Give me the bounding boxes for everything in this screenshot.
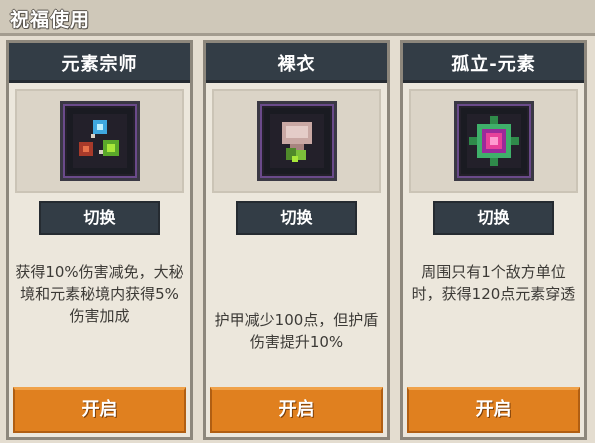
title-bar: 祝福使用 — [0, 0, 595, 36]
blessing-card-elemental-master: 元素宗师 切换 获得10%伤害减免，大秘境和元素秘境内获得5%伤害加成 开启 — [6, 40, 193, 440]
card-header: 孤立-元素 — [403, 43, 584, 83]
card-description: 周围只有1个敌方单位时，获得120点元素穿透 — [411, 263, 576, 303]
blessing-card-bare-armor: 裸衣 切换 护甲减少100点，但护盾伤害提升10% 开启 — [203, 40, 390, 440]
switch-button[interactable]: 切换 — [433, 201, 554, 235]
card-title: 元素宗师 — [61, 54, 138, 75]
open-button[interactable]: 开启 — [407, 387, 580, 433]
card-description: 护甲减少100点，但护盾伤害提升10% — [214, 311, 379, 351]
card-header: 元素宗师 — [9, 43, 190, 83]
elemental-master-icon — [59, 101, 140, 181]
card-title: 裸衣 — [277, 54, 316, 75]
blessing-card-isolated-element: 孤立-元素 切换 周围只有1个敌方单位时，获得120点元素穿透 开启 — [400, 40, 587, 440]
isolated-element-icon — [453, 101, 534, 181]
switch-button[interactable]: 切换 — [236, 201, 357, 235]
bare-armor-icon — [256, 101, 337, 181]
switch-button[interactable]: 切换 — [39, 201, 160, 235]
icon-panel — [15, 89, 184, 193]
page-title: 祝福使用 — [10, 9, 91, 31]
open-button[interactable]: 开启 — [210, 387, 383, 433]
card-header: 裸衣 — [206, 43, 387, 83]
card-description: 获得10%伤害减免，大秘境和元素秘境内获得5%伤害加成 — [15, 263, 184, 325]
icon-panel — [212, 89, 381, 193]
open-button[interactable]: 开启 — [13, 387, 186, 433]
card-title: 孤立-元素 — [451, 54, 536, 75]
icon-panel — [409, 89, 578, 193]
